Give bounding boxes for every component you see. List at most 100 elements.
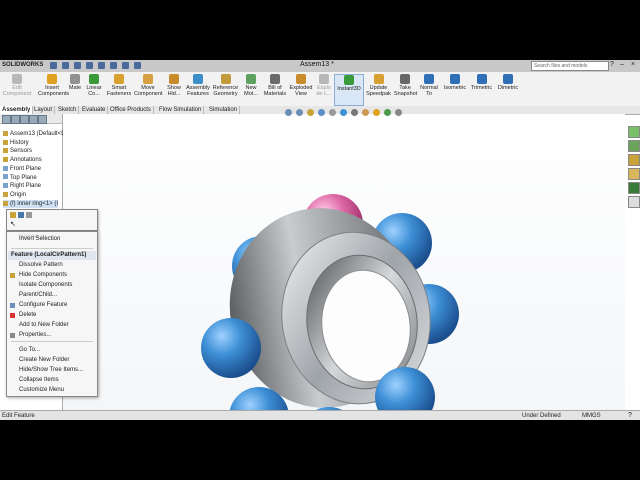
new-document-icon[interactable]: [50, 62, 57, 69]
menu-item-collapse-items[interactable]: Collapse Items: [8, 376, 96, 385]
design-library-icon[interactable]: [628, 140, 640, 152]
ribbon-button-isometric[interactable]: Isometric: [442, 74, 468, 104]
tree-item-plane[interactable]: Top Plane: [3, 174, 37, 182]
rollback-icon[interactable]: [26, 212, 32, 218]
tab-assembly[interactable]: Assembly: [0, 106, 34, 114]
tab-layout[interactable]: Layout: [32, 106, 56, 114]
tab-sketch[interactable]: Sketch: [56, 106, 80, 114]
ribbon-button-linear-pattern[interactable]: Linear Co...: [84, 74, 104, 104]
solidworks-resources-icon[interactable]: [628, 126, 640, 138]
menu-item-go-to[interactable]: Go To...: [8, 346, 96, 355]
menu-item-hide-components[interactable]: Hide Components: [8, 271, 96, 280]
display-manager-tab-icon[interactable]: [38, 115, 47, 124]
menu-item-label: Dissolve Pattern: [19, 262, 63, 268]
menu-item-configure-feature[interactable]: Configure Feature: [8, 301, 96, 310]
rebuild-icon[interactable]: [122, 62, 129, 69]
close-button[interactable]: ×: [629, 61, 637, 69]
menu-item-icon: [10, 333, 15, 338]
view-palette-icon[interactable]: [628, 168, 640, 180]
zoom-to-area-icon[interactable]: [296, 109, 303, 116]
bearing-model[interactable]: [63, 114, 625, 420]
ribbon-button-explode-line[interactable]: Explo de L...: [316, 74, 332, 104]
print-icon[interactable]: [86, 62, 93, 69]
unit-system[interactable]: MMGS: [582, 411, 601, 420]
ribbon-button-move-component[interactable]: Move Component: [134, 74, 162, 104]
dynamic-annotation-icon[interactable]: [329, 109, 336, 116]
configuration-manager-tab-icon[interactable]: [20, 115, 29, 124]
ribbon-button-take-snapshot[interactable]: Take Snapshot: [394, 74, 417, 104]
feature-manager-toolbar: [0, 114, 62, 124]
apply-scene-icon[interactable]: [384, 109, 391, 116]
previous-view-icon[interactable]: [307, 109, 314, 116]
ribbon-button-dimetric[interactable]: Dimetric: [495, 74, 521, 104]
ribbon-button-show-hidden[interactable]: Show Hid...: [164, 74, 184, 104]
display-style-icon[interactable]: [351, 109, 358, 116]
menu-item-customize-menu[interactable]: Customize Menu: [8, 386, 96, 395]
ribbon-button-reference-geometry[interactable]: Reference Geometry: [212, 74, 239, 104]
assembly-features-icon: [193, 74, 203, 84]
tab-flow-simulation[interactable]: Flow Simulation: [157, 106, 205, 114]
custom-properties-icon[interactable]: [628, 196, 640, 208]
options-icon[interactable]: [134, 62, 141, 69]
ribbon-button-mate[interactable]: Mate: [67, 74, 83, 104]
minimize-button[interactable]: –: [618, 61, 626, 69]
ribbon-button-assembly-features[interactable]: Assembly Features: [186, 74, 210, 104]
tree-item-root[interactable]: Assem13 (Default<D: [3, 130, 66, 138]
ribbon-button-normal-to[interactable]: Normal To: [418, 74, 440, 104]
menu-item-create-new-folder[interactable]: Create New Folder: [8, 356, 96, 365]
ribbon-button-bill-of-materials[interactable]: Bill of Materials: [263, 74, 287, 104]
folder-icon: [3, 200, 8, 206]
search-input[interactable]: Search files and models: [531, 61, 609, 71]
tree-item-part[interactable]: (f) inner ring<1> (I: [3, 199, 59, 208]
help-icon[interactable]: ?: [608, 61, 616, 69]
ball-left[interactable]: [201, 318, 261, 378]
tree-item-plane[interactable]: Front Plane: [3, 165, 41, 173]
menu-item-delete[interactable]: Delete: [8, 311, 96, 320]
menu-item-hide-show-tree-items[interactable]: Hide/Show Tree Items...: [8, 366, 96, 375]
tab-evaluate[interactable]: Evaluate: [80, 106, 109, 114]
menu-item-properties[interactable]: Properties...: [8, 331, 96, 340]
open-icon[interactable]: [62, 62, 69, 69]
feature-tree-tab-icon[interactable]: [2, 115, 11, 124]
menu-item-dissolve-pattern[interactable]: Dissolve Pattern: [8, 261, 96, 270]
ribbon-button-smart-fasteners[interactable]: Smart Fasteners: [106, 74, 132, 104]
edit-appearance-icon[interactable]: [373, 109, 380, 116]
tree-item-folder[interactable]: History: [3, 139, 29, 147]
appearances-icon[interactable]: [628, 182, 640, 194]
file-explorer-icon[interactable]: [628, 154, 640, 166]
tree-item-folder[interactable]: Origin: [3, 191, 26, 199]
tree-item-folder[interactable]: Sensors: [3, 147, 32, 155]
tab-simulation[interactable]: Simulation: [207, 106, 241, 114]
section-view-icon[interactable]: [318, 109, 325, 116]
property-manager-tab-icon[interactable]: [11, 115, 20, 124]
select-icon[interactable]: [110, 62, 117, 69]
view-orientation-icon[interactable]: [340, 109, 347, 116]
menu-item-label: Go To...: [19, 347, 40, 353]
help-status-icon[interactable]: ?: [628, 411, 632, 420]
tree-item-label: History: [10, 139, 29, 146]
ribbon-button-instant3d[interactable]: Instant3D: [334, 74, 364, 106]
edit-feature-icon[interactable]: [10, 212, 16, 218]
menu-item-isolate-components[interactable]: Isolate Components: [8, 281, 96, 290]
tree-item-label: Assem13 (Default<D: [10, 131, 66, 137]
menu-item-invert-selection[interactable]: Invert Selection: [8, 235, 96, 244]
tree-item-plane[interactable]: Right Plane: [3, 182, 41, 190]
menu-item-add-to-new-folder[interactable]: Add to New Folder: [8, 321, 96, 330]
graphics-area[interactable]: [63, 114, 625, 420]
ribbon-button-edit-component[interactable]: Edit Component: [0, 74, 34, 104]
tab-office-products[interactable]: Office Products: [108, 106, 154, 114]
menu-item-parent-child[interactable]: Parent/Child...: [8, 291, 96, 300]
dimxpert-tab-icon[interactable]: [29, 115, 38, 124]
ribbon-button-insert-components[interactable]: Insert Components: [38, 74, 69, 104]
view-settings-icon[interactable]: [395, 109, 402, 116]
hide-show-items-icon[interactable]: [362, 109, 369, 116]
ribbon-button-exploded-view[interactable]: Exploded View: [288, 74, 314, 104]
ribbon-button-update-speedpak[interactable]: Update Speedpak: [365, 74, 392, 104]
suppress-icon[interactable]: [18, 212, 24, 218]
save-icon[interactable]: [74, 62, 81, 69]
undo-icon[interactable]: [98, 62, 105, 69]
tree-item-folder[interactable]: Annotations: [3, 156, 42, 164]
ribbon-button-trimetric[interactable]: Trimetric: [470, 74, 493, 104]
zoom-to-fit-icon[interactable]: [285, 109, 292, 116]
ribbon-button-new-motion-study[interactable]: New Mot...: [241, 74, 261, 104]
